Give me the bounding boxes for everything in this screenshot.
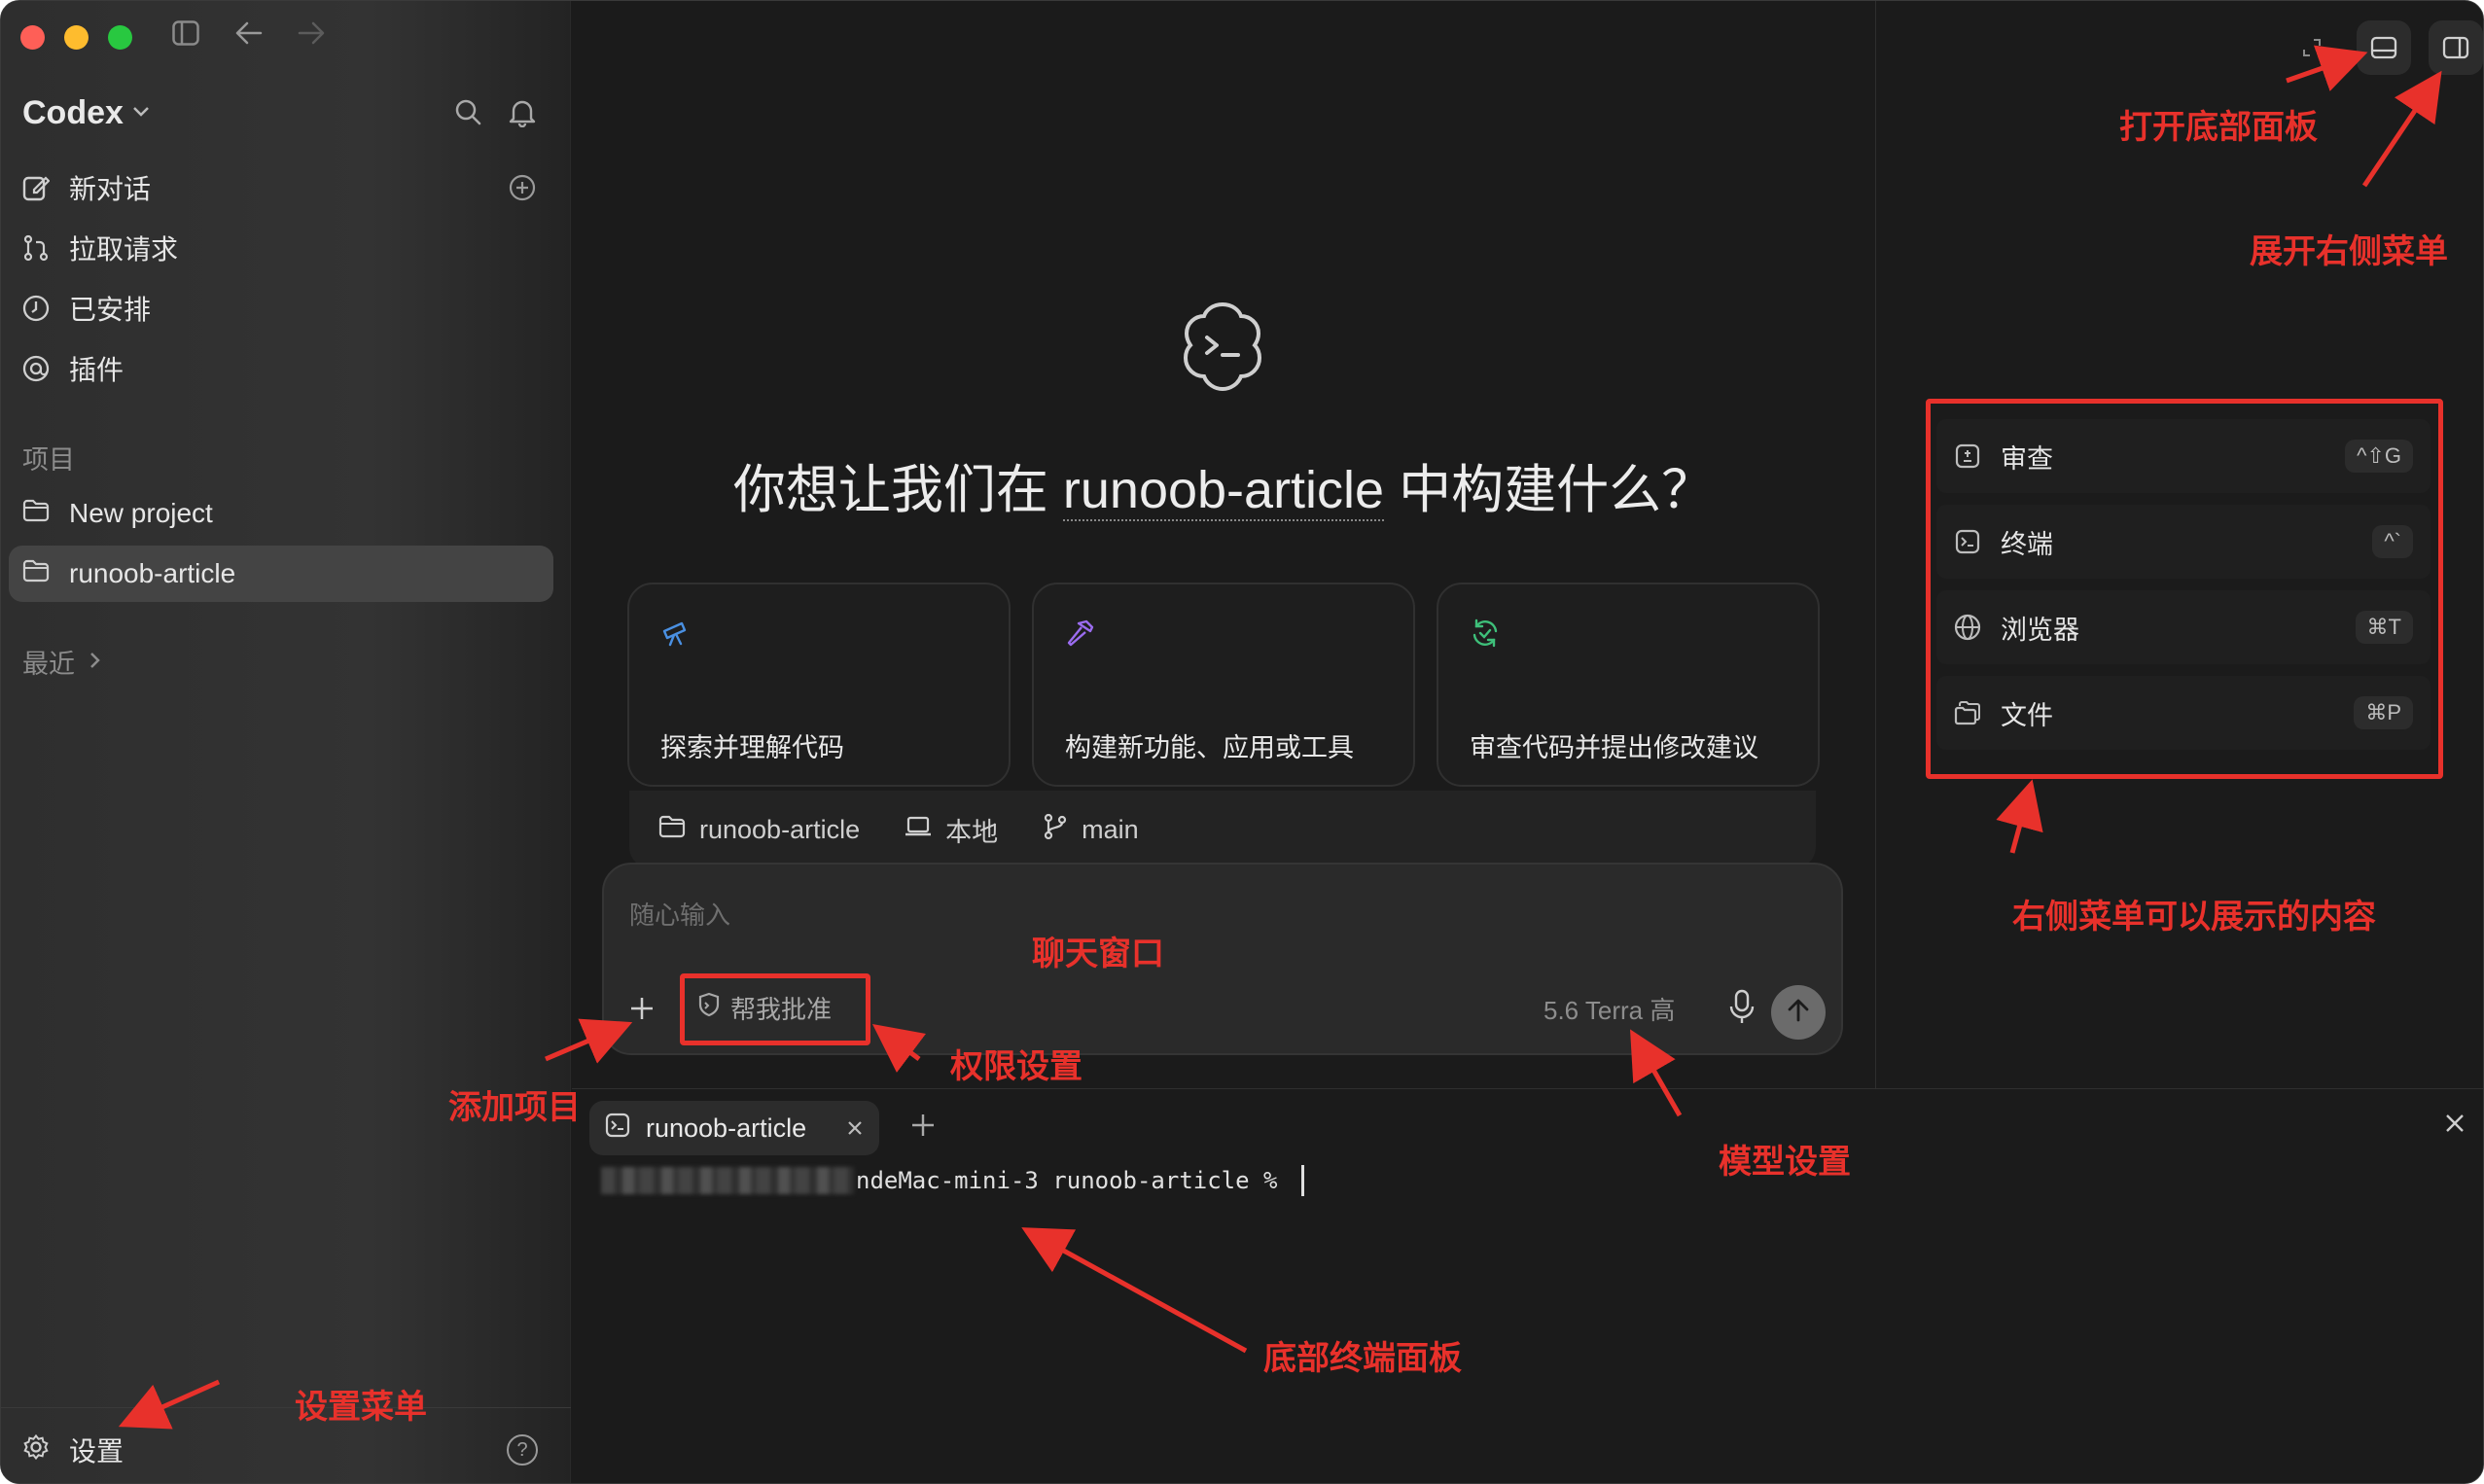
plugin-icon — [22, 355, 50, 382]
app-window: Codex 新对话 拉取请求 已安排 插件 项目 New project run… — [0, 0, 2484, 1484]
close-window-button[interactable] — [20, 25, 45, 50]
clock-icon — [22, 295, 50, 322]
microphone-icon[interactable] — [1722, 985, 1761, 1028]
send-button[interactable] — [1771, 985, 1826, 1040]
terminal-prompt: ndeMac-mini-3 runoob-article % — [856, 1167, 1292, 1194]
nav-scheduled[interactable]: 已安排 — [22, 287, 151, 330]
minimize-window-button[interactable] — [64, 25, 89, 50]
edit-icon — [22, 174, 50, 201]
nav-label: 拉取请求 — [69, 234, 179, 265]
terminal-cursor — [1300, 1165, 1304, 1196]
context-environment-selector[interactable]: 本地 — [905, 811, 998, 849]
composer-placeholder[interactable]: 随心输入 — [629, 896, 730, 932]
annotation-right-menu-content: 右侧菜单可以展示的内容 — [2012, 899, 2376, 936]
add-circle-icon[interactable] — [509, 174, 536, 206]
suggestion-card-build[interactable]: 构建新功能、应用或工具 — [1032, 583, 1415, 787]
project-item-new-project[interactable]: New project — [9, 485, 553, 542]
context-branch-selector[interactable]: main — [1043, 813, 1139, 847]
app-name: Codex — [22, 94, 124, 131]
annotation-permission-settings: 权限设置 — [950, 1048, 1082, 1085]
terminal-icon — [605, 1113, 630, 1145]
context-project-label: runoob-article — [699, 814, 861, 844]
new-terminal-tab-button[interactable] — [910, 1109, 936, 1144]
terminal-tab-label: runoob-article — [646, 1113, 807, 1143]
sidebar-toggle-icon[interactable] — [172, 20, 199, 53]
settings-button[interactable]: 设置 — [22, 1431, 124, 1469]
chevron-down-icon — [131, 102, 151, 124]
headline-suffix: 中构建什么？ — [1384, 461, 1715, 519]
annotation-model-settings: 模型设置 — [1719, 1144, 1851, 1181]
sidebar: Codex 新对话 拉取请求 已安排 插件 项目 New project run… — [1, 1, 571, 1483]
redacted-hostname — [601, 1167, 854, 1194]
card-label: 审查代码并提出修改建议 — [1470, 733, 1758, 762]
pull-request-icon — [22, 234, 50, 262]
arrow-up-icon — [1786, 998, 1811, 1028]
sidebar-divider — [1, 1407, 571, 1408]
chevron-right-icon — [89, 647, 102, 677]
codex-logo-icon — [1176, 299, 1269, 392]
annotation-add-project: 添加项目 — [448, 1089, 581, 1126]
suggestion-card-explore[interactable]: 探索并理解代码 — [627, 583, 1011, 787]
model-selector[interactable]: 5.6 Terra 高 — [1544, 991, 1675, 1027]
bottom-panel-toggle-icon[interactable] — [2357, 20, 2411, 75]
nav-pull-requests[interactable]: 拉取请求 — [22, 227, 178, 269]
project-name: New project — [69, 498, 213, 528]
bell-icon[interactable] — [509, 98, 536, 132]
settings-label: 设置 — [69, 1436, 124, 1466]
annotation-settings-menu: 设置菜单 — [295, 1389, 427, 1426]
fullscreen-icon[interactable] — [2285, 20, 2339, 75]
right-toolbar — [2285, 20, 2483, 75]
annotation-open-bottom-panel: 打开底部面板 — [2119, 109, 2318, 146]
refresh-check-icon — [1470, 618, 1501, 649]
search-icon[interactable] — [454, 98, 481, 130]
annotation-expand-right-menu: 展开右侧菜单 — [2250, 233, 2448, 270]
nav-label: 插件 — [69, 355, 124, 385]
suggestion-card-review[interactable]: 审查代码并提出修改建议 — [1437, 583, 1820, 787]
add-attachment-button[interactable] — [629, 989, 655, 1028]
right-panel-toggle-icon[interactable] — [2429, 20, 2483, 75]
hammer-icon — [1065, 618, 1096, 649]
annotation-chat-window: 聊天窗口 — [1032, 936, 1164, 972]
help-icon[interactable]: ? — [507, 1434, 538, 1466]
card-label: 探索并理解代码 — [660, 733, 844, 762]
bottom-terminal-panel: runoob-article ndeMac-mini-3 runoob-arti… — [572, 1088, 2483, 1483]
projects-section-label: 项目 — [22, 445, 75, 475]
terminal-prompt-line[interactable]: ndeMac-mini-3 runoob-article % — [601, 1165, 1304, 1196]
card-label: 构建新功能、应用或工具 — [1065, 733, 1354, 762]
laptop-icon — [905, 815, 932, 845]
zoom-window-button[interactable] — [108, 25, 132, 50]
nav-plugins[interactable]: 插件 — [22, 347, 124, 390]
context-branch-label: main — [1082, 814, 1139, 844]
context-environment-label: 本地 — [945, 817, 999, 847]
terminal-tab[interactable]: runoob-article — [589, 1101, 879, 1155]
close-panel-icon[interactable] — [2444, 1111, 2466, 1140]
headline-project-name[interactable]: runoob-article — [1062, 461, 1385, 521]
nav-label: 已安排 — [69, 295, 152, 325]
gear-icon — [22, 1433, 50, 1467]
recent-label: 最近 — [22, 650, 75, 679]
right-menu-highlight-box — [1926, 399, 2443, 779]
nav-new-chat[interactable]: 新对话 — [22, 166, 151, 209]
context-bar: runoob-article 本地 main — [629, 791, 1816, 868]
page-headline: 你想让我们在 runoob-article 中构建什么？ — [572, 446, 1875, 523]
folder-icon — [22, 558, 50, 589]
window-controls — [20, 25, 132, 50]
folder-icon — [658, 815, 686, 845]
forward-arrow-icon[interactable] — [297, 20, 326, 53]
close-tab-icon[interactable] — [846, 1113, 864, 1144]
folder-icon — [22, 498, 50, 529]
recent-section[interactable]: 最近 — [22, 643, 102, 681]
back-arrow-icon[interactable] — [234, 20, 264, 53]
git-branch-icon — [1043, 813, 1068, 847]
approve-highlight-box — [680, 973, 870, 1045]
project-name: runoob-article — [69, 558, 236, 588]
telescope-icon — [660, 618, 692, 649]
app-switcher[interactable]: Codex — [22, 94, 151, 132]
nav-label: 新对话 — [69, 174, 152, 204]
project-item-runoob-article[interactable]: runoob-article — [9, 546, 553, 602]
annotation-bottom-terminal-panel: 底部终端面板 — [1263, 1340, 1462, 1377]
headline-prefix: 你想让我们在 — [732, 461, 1063, 519]
context-project-selector[interactable]: runoob-article — [658, 815, 860, 845]
